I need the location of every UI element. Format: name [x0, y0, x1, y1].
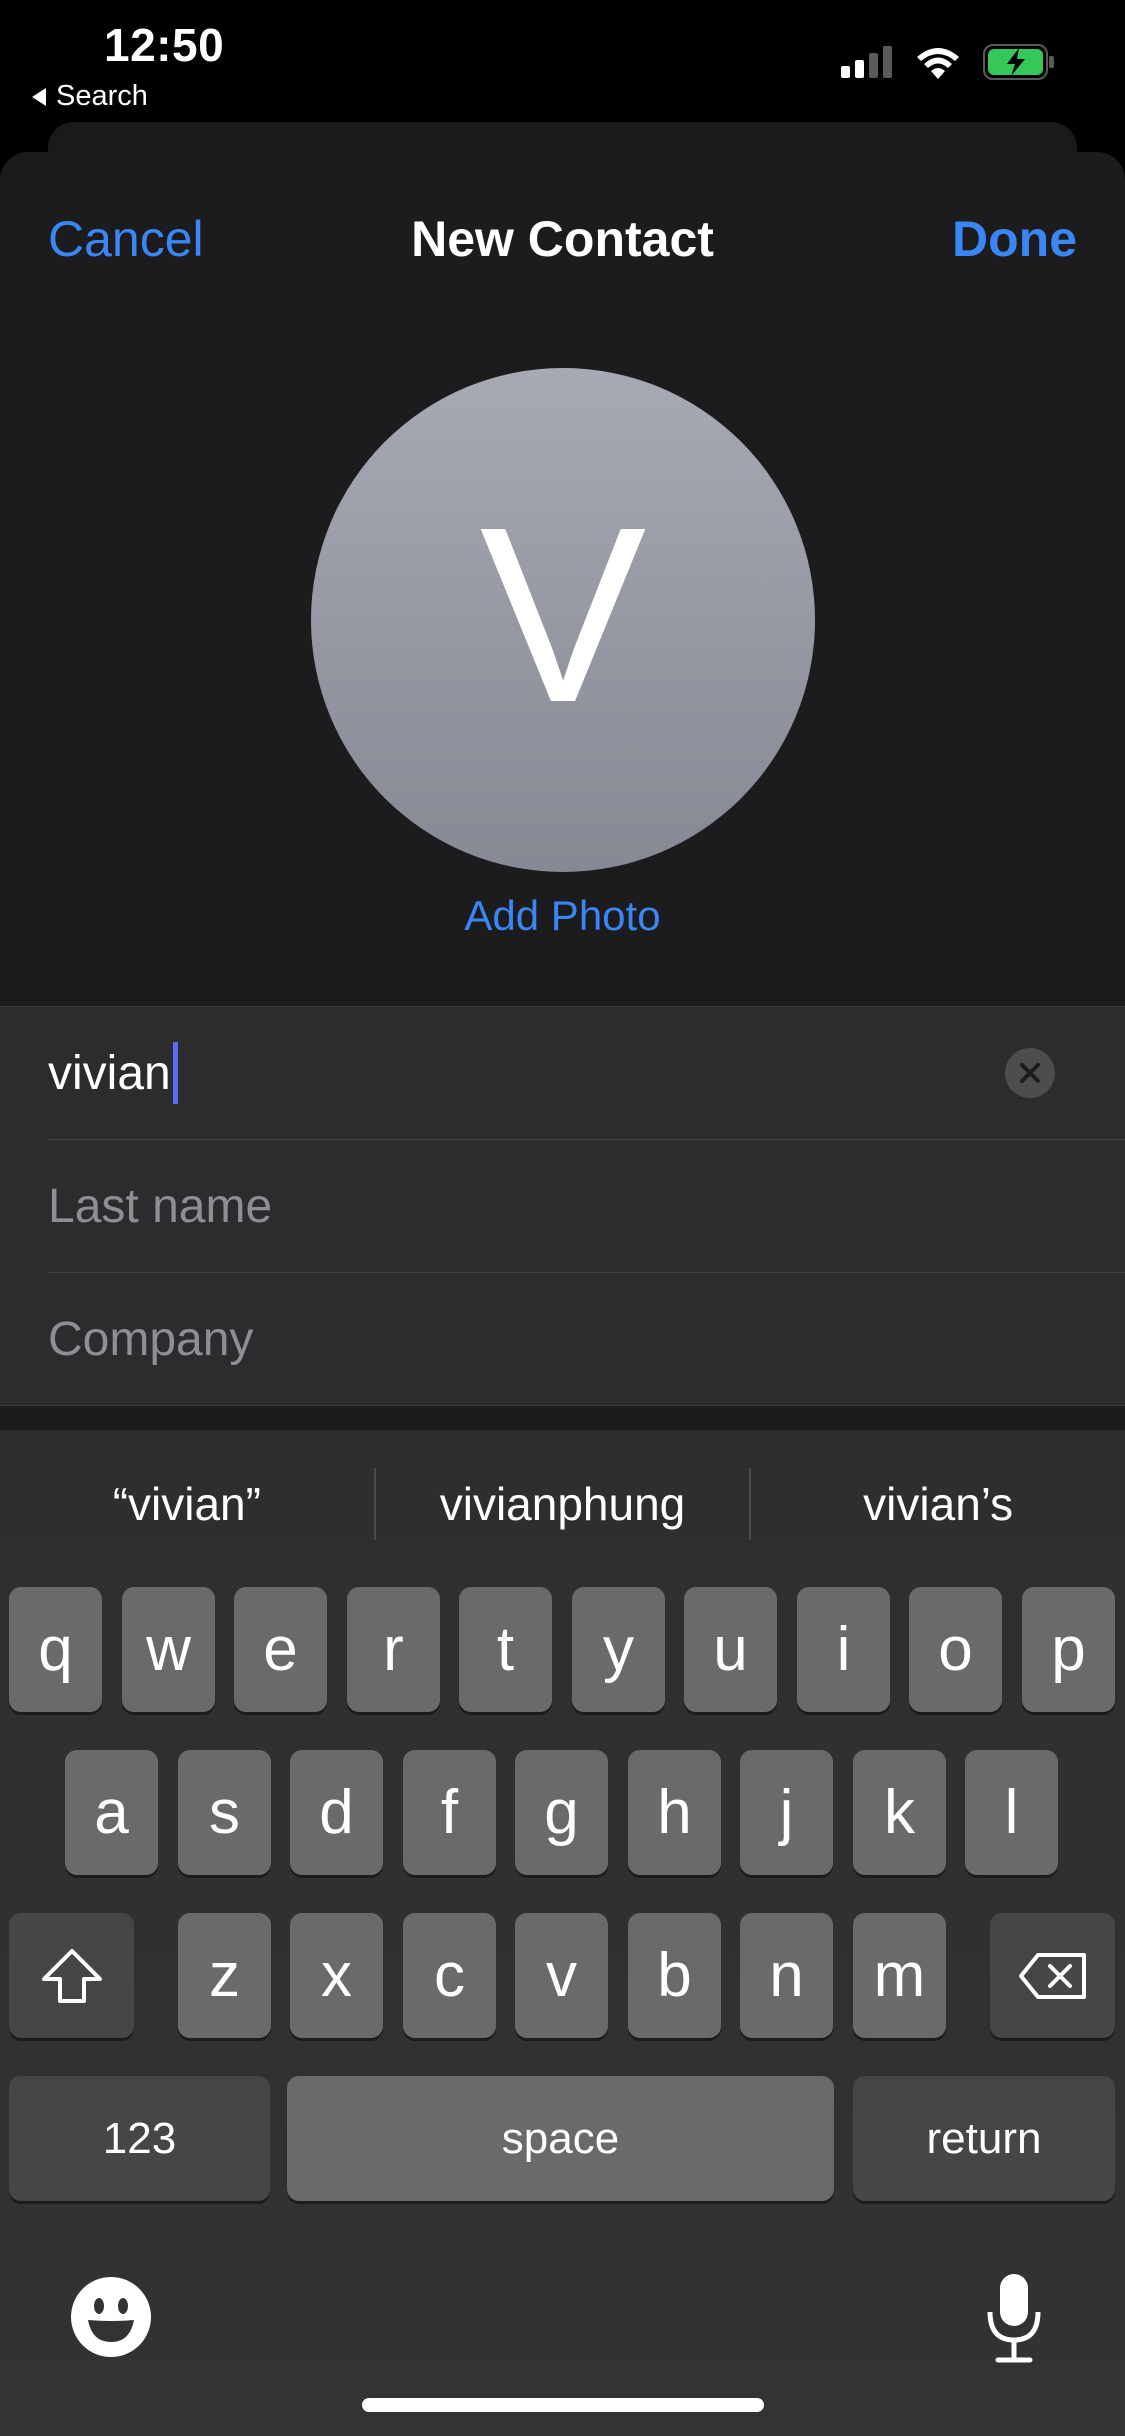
- suggestion-item[interactable]: “vivian”: [0, 1477, 374, 1531]
- microphone-icon: [987, 2274, 1041, 2363]
- last-name-placeholder: Last name: [48, 1179, 273, 1233]
- key-i[interactable]: i: [797, 1587, 890, 1712]
- return-key[interactable]: return: [853, 2076, 1115, 2201]
- key-f[interactable]: f: [403, 1750, 496, 1875]
- suggestion-item[interactable]: vivianphung: [376, 1477, 750, 1531]
- cellular-signal-icon: [841, 46, 892, 78]
- key-p[interactable]: p: [1022, 1587, 1115, 1712]
- clear-text-button[interactable]: [1005, 1048, 1055, 1098]
- key-o[interactable]: o: [909, 1587, 1002, 1712]
- key-s[interactable]: s: [178, 1750, 271, 1875]
- emoji-icon: [71, 2277, 151, 2357]
- done-button[interactable]: Done: [952, 210, 1077, 268]
- back-triangle-icon: [32, 87, 46, 106]
- space-key[interactable]: space: [287, 2076, 834, 2201]
- add-photo-button[interactable]: Add Photo: [0, 892, 1125, 940]
- status-time: 12:50: [104, 19, 225, 71]
- key-t[interactable]: t: [459, 1587, 552, 1712]
- key-d[interactable]: d: [290, 1750, 383, 1875]
- key-r[interactable]: r: [347, 1587, 440, 1712]
- text-cursor: [172, 1042, 178, 1104]
- key-b[interactable]: b: [628, 1913, 721, 2038]
- key-l[interactable]: l: [965, 1750, 1058, 1875]
- key-q[interactable]: q: [9, 1587, 102, 1712]
- suggestion-item[interactable]: vivian’s: [751, 1477, 1125, 1531]
- avatar[interactable]: V: [311, 368, 815, 872]
- key-m[interactable]: m: [853, 1913, 946, 2038]
- wifi-icon: [917, 48, 959, 79]
- last-name-field[interactable]: Last name: [48, 1140, 1125, 1273]
- avatar-initial: V: [479, 475, 647, 754]
- suggestion-bar: “vivian” vivianphung vivian’s: [0, 1430, 1125, 1578]
- emoji-button[interactable]: [70, 2276, 152, 2358]
- delete-key[interactable]: [990, 1913, 1115, 2038]
- key-a[interactable]: a: [65, 1750, 158, 1875]
- key-n[interactable]: n: [740, 1913, 833, 2038]
- key-c[interactable]: c: [403, 1913, 496, 2038]
- shift-arrow-icon: [41, 1948, 102, 2003]
- first-name-value: vivian: [48, 1046, 171, 1100]
- keyboard: “vivian” vivianphung vivian’s q w e r t …: [0, 1430, 1125, 2436]
- contact-form: vivian Last name Company: [0, 1006, 1125, 1406]
- key-e[interactable]: e: [234, 1587, 327, 1712]
- key-h[interactable]: h: [628, 1750, 721, 1875]
- dictation-button[interactable]: [984, 2270, 1044, 2366]
- home-indicator: [362, 2398, 764, 2412]
- key-x[interactable]: x: [290, 1913, 383, 2038]
- key-v[interactable]: v: [515, 1913, 608, 2038]
- clear-x-icon: [1020, 1063, 1040, 1083]
- company-placeholder: Company: [48, 1312, 254, 1366]
- status-icons: [841, 44, 1055, 80]
- company-field[interactable]: Company: [48, 1273, 1125, 1405]
- battery-charging-icon: [983, 44, 1054, 80]
- numbers-key[interactable]: 123: [9, 2076, 270, 2201]
- key-k[interactable]: k: [853, 1750, 946, 1875]
- back-app-label: Search: [56, 80, 148, 112]
- key-y[interactable]: y: [572, 1587, 665, 1712]
- key-j[interactable]: j: [740, 1750, 833, 1875]
- back-to-app[interactable]: Search: [32, 80, 148, 113]
- key-u[interactable]: u: [684, 1587, 777, 1712]
- shift-key[interactable]: [9, 1913, 134, 2038]
- delete-backspace-icon: [1018, 1952, 1086, 1999]
- key-z[interactable]: z: [178, 1913, 271, 2038]
- key-w[interactable]: w: [122, 1587, 215, 1712]
- first-name-field[interactable]: vivian: [48, 1007, 1125, 1140]
- key-g[interactable]: g: [515, 1750, 608, 1875]
